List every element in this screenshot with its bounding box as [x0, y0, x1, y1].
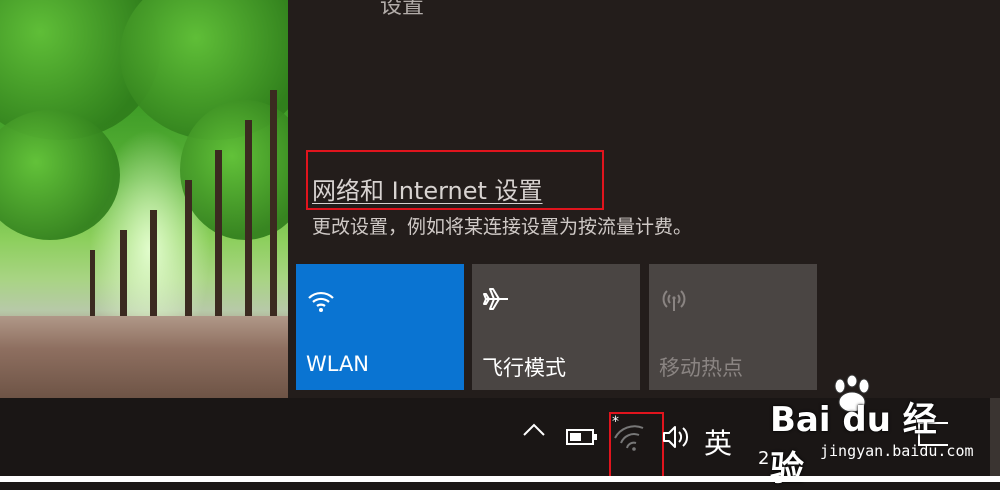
baidu-jingyan-watermark: Bai du 经验 jingyan.baidu.com — [760, 372, 974, 489]
hotspot-tile-label: 移动热点 — [659, 356, 743, 380]
tree-trunk — [215, 150, 222, 320]
airplane-mode-tile[interactable]: 飞行模式 — [472, 264, 640, 390]
bottom-edge — [0, 476, 1000, 482]
airplane-icon — [483, 288, 508, 310]
tree-trunk — [185, 180, 192, 320]
input-method-indicator[interactable]: 英 — [704, 422, 732, 462]
wifi-icon — [308, 291, 334, 312]
hotspot-icon — [662, 290, 686, 311]
panel-partial-heading: 设置 — [380, 0, 425, 19]
battery-status-button[interactable] — [566, 428, 598, 450]
watermark-url: jingyan.baidu.com — [820, 442, 974, 460]
airplane-tile-label: 飞行模式 — [482, 356, 566, 380]
wlan-toggle-tile[interactable]: WLAN — [296, 264, 464, 390]
tree-trunk — [150, 210, 157, 320]
highlight-box-settings — [306, 150, 604, 210]
forest-road — [0, 316, 288, 398]
tree-trunk — [120, 230, 127, 320]
network-settings-description: 更改设置，例如将某连接设置为按流量计费。 — [312, 216, 693, 238]
desktop-wallpaper — [0, 0, 288, 398]
highlight-box-network-icon — [609, 412, 664, 478]
tree-trunk — [270, 90, 277, 320]
volume-button[interactable] — [662, 424, 692, 454]
chevron-up-icon — [523, 423, 545, 436]
volume-icon — [663, 426, 689, 448]
wlan-tile-label: WLAN — [306, 352, 370, 376]
tree-trunk — [90, 250, 95, 320]
show-desktop-strip[interactable] — [990, 398, 1000, 482]
show-hidden-icons-button[interactable] — [522, 420, 546, 444]
tree-trunk — [245, 120, 252, 320]
battery-icon — [566, 429, 597, 445]
